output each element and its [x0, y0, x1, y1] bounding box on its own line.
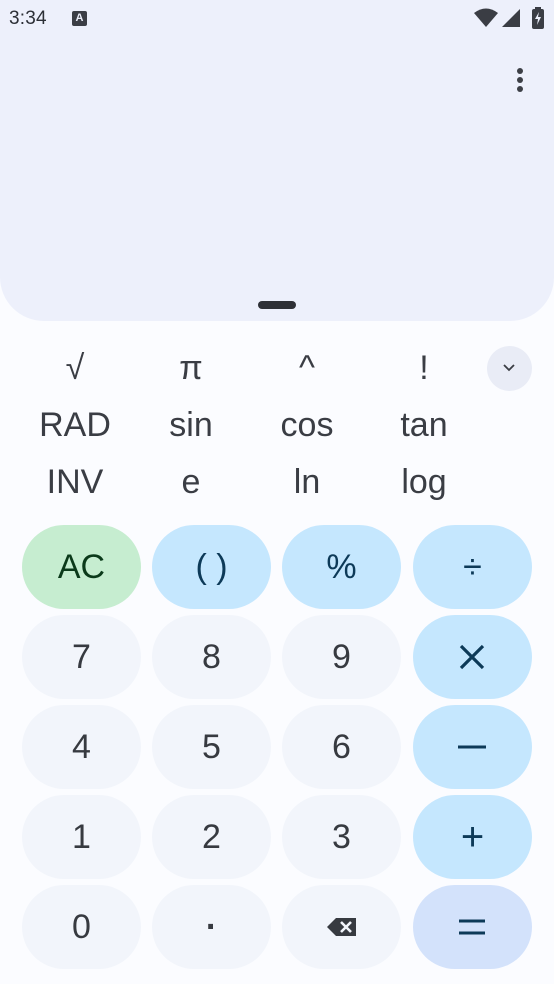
digit-3-button[interactable]: 3 [282, 795, 401, 879]
wifi-icon [474, 8, 498, 27]
status-time: 3:34 [9, 8, 47, 29]
more-vert-icon-dot [517, 77, 523, 83]
e-button[interactable]: e [141, 459, 241, 505]
divide-button[interactable]: ÷ [413, 525, 532, 609]
pi-button[interactable]: π [141, 345, 241, 391]
equals-icon [459, 919, 485, 935]
digit-2-button[interactable]: 2 [152, 795, 271, 879]
digit-0-button[interactable]: 0 [22, 885, 141, 969]
more-options-button[interactable] [500, 60, 540, 100]
log-button[interactable]: log [374, 459, 474, 505]
digit-9-button[interactable]: 9 [282, 615, 401, 699]
minus-icon [458, 745, 486, 749]
minus-button[interactable] [413, 705, 532, 789]
status-bar: 3:34 A [0, 0, 554, 38]
digit-6-button[interactable]: 6 [282, 705, 401, 789]
collapse-button[interactable] [487, 346, 532, 391]
digit-8-button[interactable]: 8 [152, 615, 271, 699]
signal-icon [502, 9, 520, 27]
digit-7-button[interactable]: 7 [22, 615, 141, 699]
digit-4-button[interactable]: 4 [22, 705, 141, 789]
parentheses-button[interactable]: ( ) [152, 525, 271, 609]
decimal-button[interactable]: · [152, 885, 271, 969]
percent-button[interactable]: % [282, 525, 401, 609]
result-display: 3:34 A [0, 0, 554, 321]
tan-button[interactable]: tan [374, 402, 474, 448]
digit-5-button[interactable]: 5 [152, 705, 271, 789]
cos-button[interactable]: cos [257, 402, 357, 448]
digit-1-button[interactable]: 1 [22, 795, 141, 879]
rad-button[interactable]: RAD [25, 402, 125, 448]
chevron-down-icon [503, 364, 515, 372]
drag-handle-icon[interactable] [258, 301, 296, 309]
ln-button[interactable]: ln [257, 459, 357, 505]
plus-button[interactable]: + [413, 795, 532, 879]
clear-button[interactable]: AC [22, 525, 141, 609]
backspace-icon [327, 918, 356, 936]
multiply-button[interactable] [413, 615, 532, 699]
times-icon [459, 644, 485, 670]
backspace-button[interactable] [282, 885, 401, 969]
factorial-button[interactable]: ! [374, 345, 474, 391]
equals-button[interactable] [413, 885, 532, 969]
battery-charging-icon [532, 7, 544, 29]
power-button[interactable]: ^ [257, 345, 357, 391]
sqrt-button[interactable]: √ [25, 345, 125, 391]
sin-button[interactable]: sin [141, 402, 241, 448]
notification-icon: A [72, 11, 87, 26]
more-vert-icon [517, 68, 523, 74]
inv-button[interactable]: INV [25, 459, 125, 505]
more-vert-icon-dot [517, 86, 523, 92]
